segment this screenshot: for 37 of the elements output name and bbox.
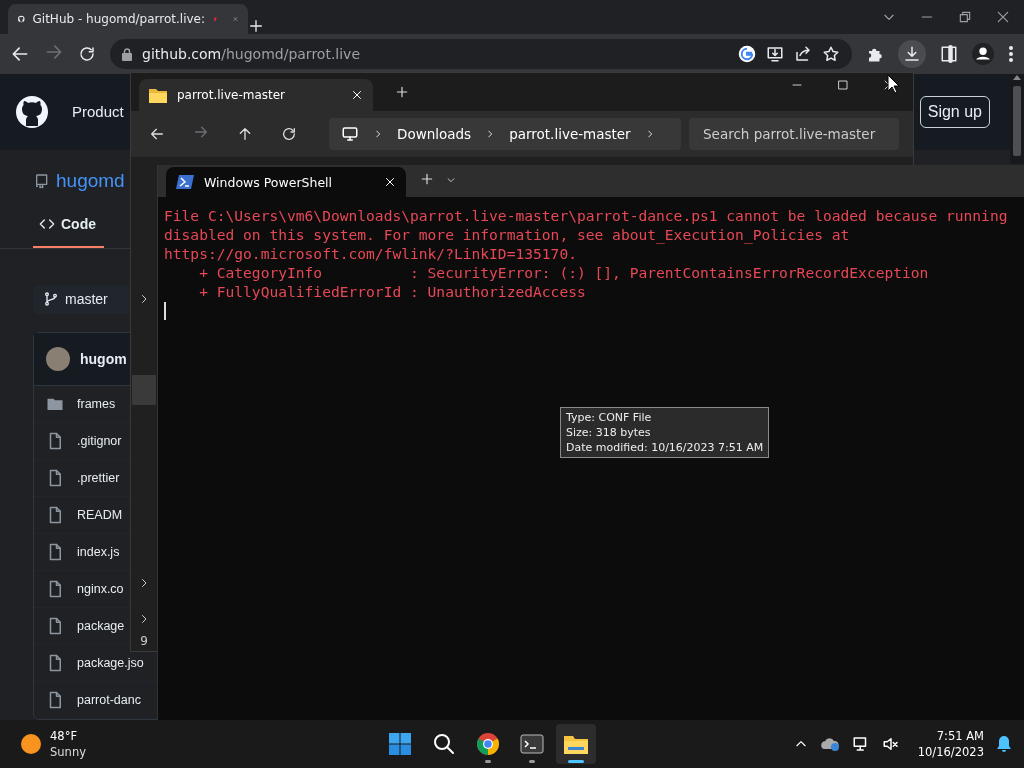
terminal-tab[interactable]: Windows PowerShell: [166, 167, 406, 197]
file-name-link[interactable]: index.js: [77, 545, 120, 559]
breadcrumb-item[interactable]: Downloads: [397, 126, 472, 142]
file-name-link[interactable]: .prettier: [77, 471, 120, 485]
url-text: github.com/hugomd/parrot.live: [142, 46, 360, 62]
error-output-line: https://go.microsoft.com/fwlink/?LinkID=135170.: [164, 244, 578, 263]
file-name-link[interactable]: parrot-danc: [77, 693, 141, 707]
error-output-line: + FullyQualifiedErrorId : UnauthorizedAccess: [198, 282, 587, 301]
tooltip-line: Date modified: 10/16/2023 7:51 AM: [566, 440, 764, 455]
error-output-line: disabled on this system. For more information, see about_Execution_Policies at: [164, 225, 851, 244]
file-name-link[interactable]: package.jso: [77, 656, 144, 670]
file-name-link[interactable]: package: [77, 619, 125, 633]
file-name-link[interactable]: READM: [77, 508, 123, 522]
search-field[interactable]: Search parrot.live-master: [689, 118, 899, 150]
nav-menu-item[interactable]: Product: [72, 103, 124, 121]
file-name-link[interactable]: .gitignor: [77, 434, 122, 448]
explorer-tab[interactable]: parrot.live-master: [139, 79, 373, 111]
file-name-link[interactable]: frames: [77, 397, 116, 411]
browser-tab[interactable]: GitHub - hugomd/parrot.live:: [8, 4, 248, 34]
commit-author[interactable]: hugom: [80, 351, 127, 367]
breadcrumb-bar[interactable]: Downloads parrot.live-master: [329, 118, 681, 150]
tab-title: GitHub - hugomd/parrot.live:: [32, 12, 205, 26]
branch-button[interactable]: master: [33, 284, 129, 314]
temperature: 48°F: [50, 728, 78, 744]
item-count: 9: [140, 634, 148, 648]
sign-up-button[interactable]: Sign up: [919, 95, 990, 128]
weather-condition: Sunny: [50, 744, 86, 760]
repo-owner-link[interactable]: hugomd: [56, 169, 125, 192]
tooltip-line: Size: 318 bytes: [566, 425, 652, 440]
clock[interactable]: 7:51 AM 10/16/2023: [917, 728, 984, 760]
error-output-line: + CategoryInfo : SecurityError: (:) [], ParentContainsErrorRecordException: [198, 263, 930, 282]
breadcrumb-item[interactable]: parrot.live-master: [509, 126, 631, 142]
file-name-link[interactable]: nginx.co: [77, 582, 124, 596]
error-output-line: File C:\Users\vm6\Downloads\parrot.live-master\parrot-dance.ps1 cannot be loaded because running: [164, 206, 1009, 225]
address-bar[interactable]: github.com/hugomd/parrot.live: [110, 39, 852, 69]
repo-tab[interactable]: Code: [33, 215, 104, 248]
tooltip-line: Type: CONF File: [566, 410, 653, 425]
